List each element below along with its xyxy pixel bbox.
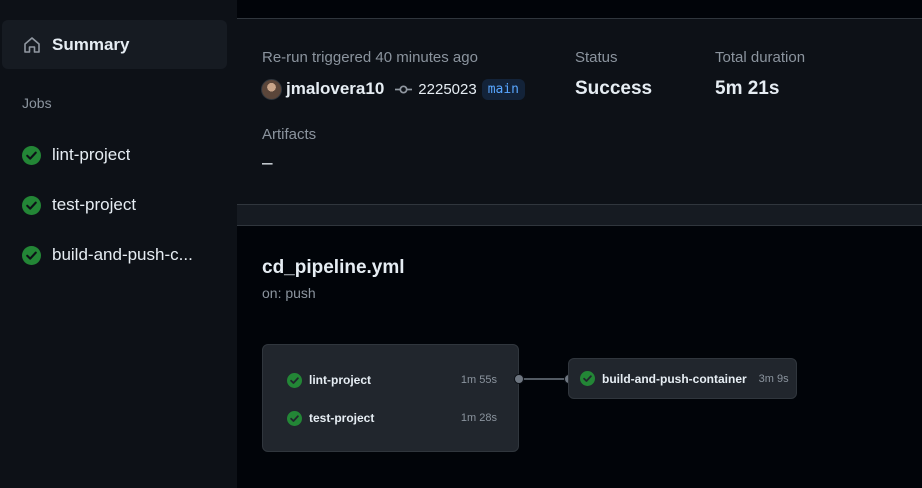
section-divider	[237, 205, 922, 226]
success-check-icon	[22, 245, 41, 265]
sidebar-job-build-and-push[interactable]: build-and-push-c...	[22, 243, 222, 267]
duration-label: Total duration	[715, 49, 806, 66]
status-value: Success	[575, 78, 653, 99]
avatar[interactable]	[261, 78, 282, 100]
run-summary-panel: Re-run triggered 40 minutes ago jmalover…	[237, 18, 922, 205]
jobs-heading: Jobs	[22, 95, 52, 111]
graph-job-name: test-project	[309, 411, 375, 425]
graph-job-lint-project[interactable]: lint-project 1m 55s	[287, 371, 497, 389]
success-check-icon	[287, 410, 302, 426]
home-icon	[24, 36, 40, 53]
graph-job-test-project[interactable]: test-project 1m 28s	[287, 409, 497, 427]
trigger-text: Re-run triggered 40 minutes ago	[262, 49, 478, 66]
duration-value: 5m 21s	[715, 78, 780, 99]
success-check-icon	[22, 195, 41, 215]
status-label: Status	[575, 49, 618, 66]
branch-badge[interactable]: main	[481, 78, 526, 100]
trigger-details: jmalovera10 2225023 main	[261, 77, 526, 101]
graph-job-name: lint-project	[309, 373, 371, 387]
sidebar-job-lint-project[interactable]: lint-project	[22, 143, 222, 167]
workflow-filename[interactable]: cd_pipeline.yml	[262, 257, 405, 279]
success-check-icon	[22, 145, 41, 165]
sidebar: Summary Jobs lint-project test-project b…	[0, 0, 237, 488]
job-group-card: lint-project 1m 55s test-project 1m 28s	[262, 344, 519, 452]
artifacts-label: Artifacts	[262, 126, 317, 143]
success-check-icon	[287, 372, 302, 388]
main-content: Re-run triggered 40 minutes ago jmalover…	[237, 0, 922, 488]
summary-nav-item[interactable]: Summary	[2, 20, 227, 69]
workflow-trigger: on: push	[262, 285, 316, 301]
job-dependency-connector	[514, 374, 574, 384]
sidebar-job-label: test-project	[52, 195, 137, 214]
graph-job-duration: 1m 55s	[460, 374, 497, 386]
username-link[interactable]: jmalovera10	[286, 79, 384, 99]
summary-label: Summary	[52, 34, 130, 54]
graph-job-build-and-push-container[interactable]: build-and-push-container 3m 9s	[568, 358, 797, 399]
sidebar-job-label: lint-project	[52, 145, 131, 164]
sidebar-job-test-project[interactable]: test-project	[22, 193, 222, 217]
git-commit-icon	[395, 84, 413, 94]
artifacts-value: –	[262, 153, 273, 174]
commit-sha-link[interactable]: 2225023	[418, 81, 476, 98]
success-check-icon	[580, 371, 595, 386]
workflow-run-page: Summary Jobs lint-project test-project b…	[0, 0, 922, 488]
graph-job-duration: 3m 9s	[758, 372, 789, 385]
graph-job-name: build-and-push-container	[602, 371, 747, 386]
sidebar-job-label: build-and-push-c...	[52, 245, 193, 264]
graph-job-duration: 1m 28s	[460, 412, 497, 424]
